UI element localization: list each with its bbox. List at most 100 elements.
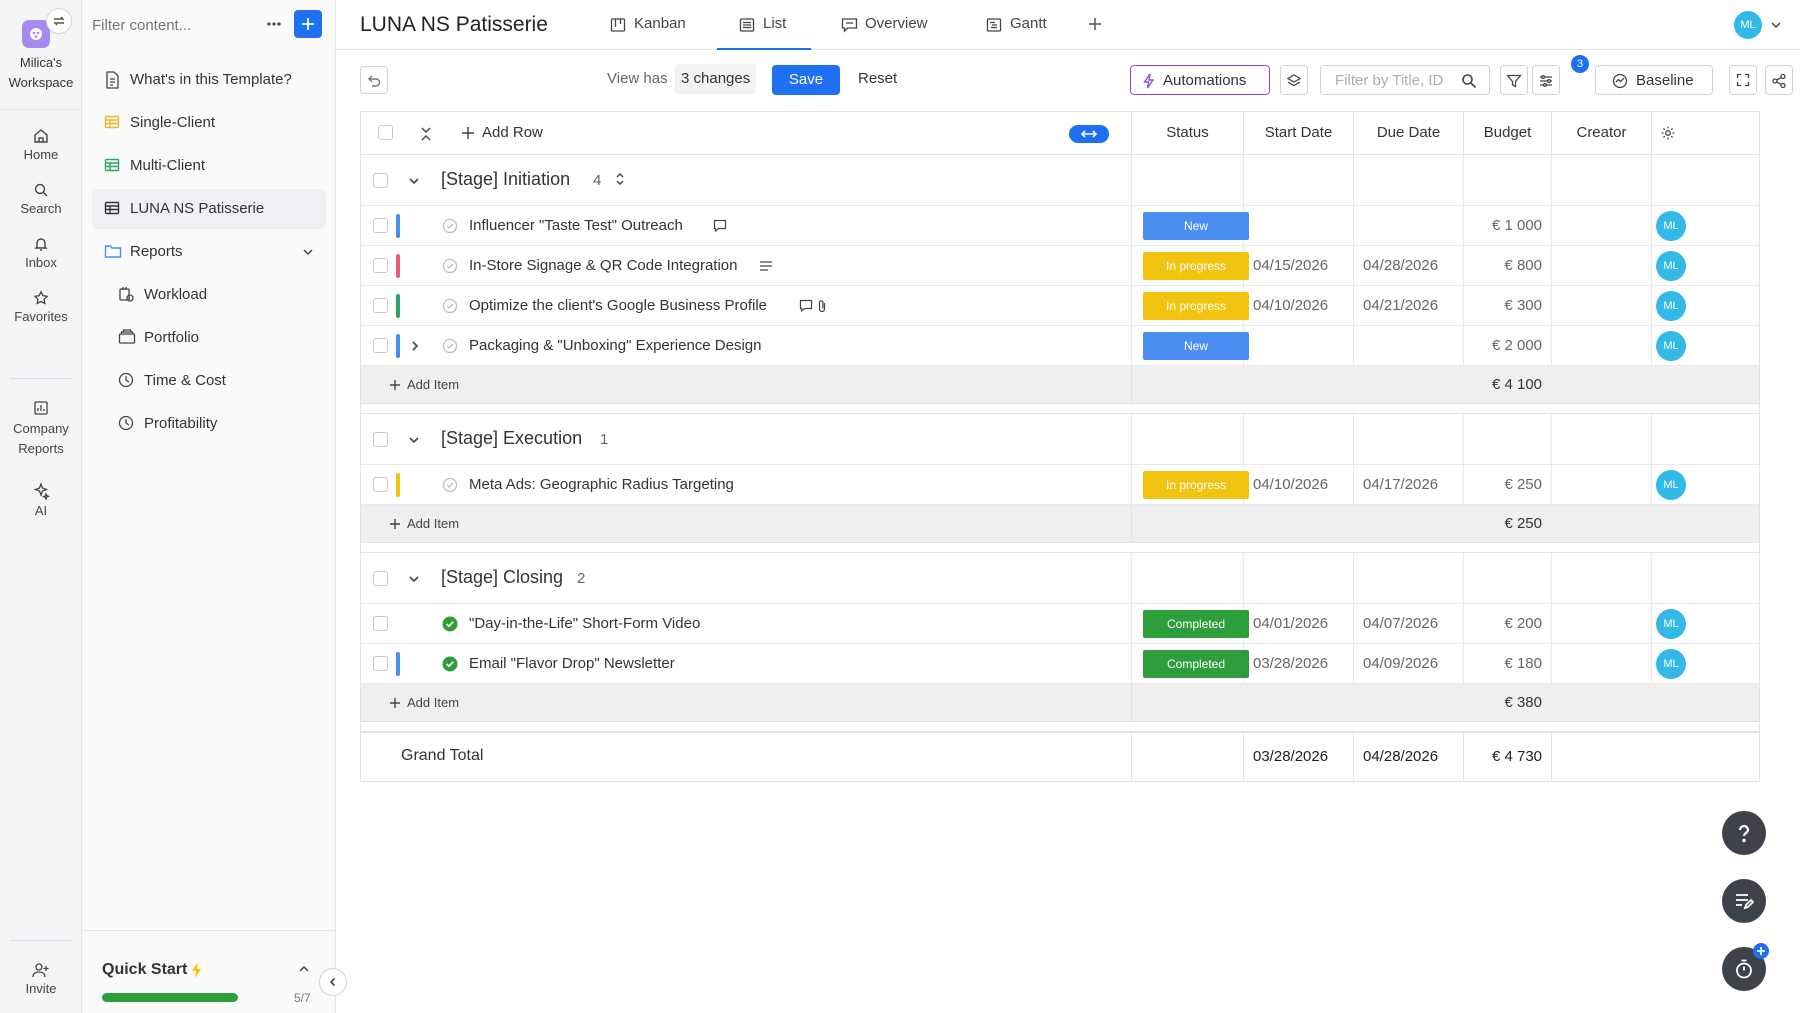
add-content-button[interactable] bbox=[294, 10, 322, 38]
creator-avatar[interactable]: ML bbox=[1656, 609, 1686, 639]
budget-value[interactable]: € 180 bbox=[1442, 655, 1542, 672]
row-checkbox[interactable] bbox=[373, 477, 388, 492]
creator-avatar[interactable]: ML bbox=[1656, 470, 1686, 500]
task-name[interactable]: Email "Flavor Drop" Newsletter bbox=[469, 655, 675, 672]
undo-button[interactable] bbox=[360, 66, 388, 94]
row-checkbox[interactable] bbox=[373, 258, 388, 273]
check-circle-icon[interactable] bbox=[442, 258, 458, 274]
expand-columns-toggle[interactable] bbox=[1069, 125, 1109, 143]
check-circle-icon[interactable] bbox=[442, 338, 458, 354]
more-icon[interactable] bbox=[264, 14, 284, 34]
sidebar-item-single-client[interactable]: Single-Client bbox=[92, 103, 326, 143]
creator-avatar[interactable]: ML bbox=[1656, 331, 1686, 361]
notes-button[interactable] bbox=[1722, 879, 1766, 923]
group-name[interactable]: [Stage] Initiation bbox=[441, 169, 570, 190]
column-header-status[interactable]: Status bbox=[1131, 112, 1243, 154]
add-item-button[interactable]: Add Item bbox=[389, 695, 459, 710]
start-date[interactable]: 04/15/2026 bbox=[1253, 257, 1328, 274]
chevron-down-icon[interactable] bbox=[408, 434, 420, 446]
group-name[interactable]: [Stage] Execution bbox=[441, 428, 582, 449]
due-date[interactable]: 04/07/2026 bbox=[1363, 615, 1438, 632]
status-badge[interactable]: New bbox=[1143, 332, 1249, 360]
sidebar-item-multi-client[interactable]: Multi-Client bbox=[92, 146, 326, 186]
add-timer-badge[interactable] bbox=[1753, 943, 1769, 959]
reset-button[interactable]: Reset bbox=[858, 70, 897, 87]
check-circle-icon[interactable] bbox=[442, 298, 458, 314]
chevron-down-icon[interactable] bbox=[408, 573, 420, 585]
rail-search[interactable]: Search bbox=[0, 182, 82, 216]
automations-button[interactable]: Automations bbox=[1130, 65, 1270, 95]
rail-favorites[interactable]: Favorites bbox=[0, 290, 82, 324]
status-badge[interactable]: New bbox=[1143, 212, 1249, 240]
sidebar-item-portfolio[interactable]: Portfolio bbox=[92, 318, 326, 358]
sidebar-item-reports[interactable]: Reports bbox=[92, 232, 326, 272]
column-settings-button[interactable] bbox=[1532, 65, 1560, 95]
save-button[interactable]: Save bbox=[772, 65, 840, 95]
start-date[interactable]: 04/10/2026 bbox=[1253, 297, 1328, 314]
task-name[interactable]: Meta Ads: Geographic Radius Targeting bbox=[469, 476, 734, 493]
add-view-icon[interactable] bbox=[1085, 14, 1105, 34]
due-date[interactable]: 04/21/2026 bbox=[1363, 297, 1438, 314]
table-row[interactable]: "Day-in-the-Life" Short-Form Video Compl… bbox=[360, 604, 1760, 644]
chevron-down-icon[interactable] bbox=[408, 175, 420, 187]
rail-inbox[interactable]: Inbox bbox=[0, 236, 82, 270]
task-name[interactable]: In-Store Signage & QR Code Integration bbox=[469, 257, 738, 274]
creator-avatar[interactable]: ML bbox=[1656, 649, 1686, 679]
sidebar-item-luna-ns-patisserie[interactable]: LUNA NS Patisserie bbox=[92, 189, 326, 229]
start-date[interactable]: 03/28/2026 bbox=[1253, 655, 1328, 672]
budget-value[interactable]: € 300 bbox=[1442, 297, 1542, 314]
column-header-due-date[interactable]: Due Date bbox=[1353, 112, 1463, 154]
user-avatar[interactable]: ML bbox=[1734, 11, 1762, 39]
budget-value[interactable]: € 200 bbox=[1442, 615, 1542, 632]
layers-button[interactable] bbox=[1280, 65, 1308, 95]
chevron-down-icon[interactable] bbox=[1770, 19, 1782, 31]
status-badge[interactable]: Completed bbox=[1143, 650, 1249, 678]
sidebar-item-time-cost[interactable]: Time & Cost bbox=[92, 361, 326, 401]
rail-invite[interactable]: Invite bbox=[0, 962, 82, 996]
table-row[interactable]: In-Store Signage & QR Code Integration I… bbox=[360, 246, 1760, 286]
status-badge[interactable]: In progress bbox=[1143, 252, 1249, 280]
row-checkbox[interactable] bbox=[373, 616, 388, 631]
swap-icon[interactable] bbox=[46, 8, 72, 34]
status-badge[interactable]: In progress bbox=[1143, 471, 1249, 499]
tab-kanban[interactable]: Kanban bbox=[610, 0, 710, 50]
add-row-button[interactable]: Add Row bbox=[482, 124, 543, 141]
task-name[interactable]: Influencer "Taste Test" Outreach bbox=[469, 217, 683, 234]
table-row[interactable]: Influencer "Taste Test" Outreach New € 1… bbox=[360, 206, 1760, 246]
description-icon[interactable] bbox=[759, 260, 773, 272]
sidebar-item-workload[interactable]: Workload bbox=[92, 275, 326, 315]
check-circle-icon[interactable] bbox=[442, 477, 458, 493]
tab-gantt[interactable]: Gantt bbox=[986, 0, 1066, 50]
comment-icon[interactable] bbox=[713, 219, 727, 233]
share-button[interactable] bbox=[1765, 65, 1793, 95]
chevron-right-icon[interactable] bbox=[409, 340, 421, 352]
row-checkbox[interactable] bbox=[373, 298, 388, 313]
comment-icon[interactable] bbox=[799, 299, 813, 313]
help-button[interactable] bbox=[1722, 811, 1766, 855]
view-changes-count[interactable]: 3 changes bbox=[675, 64, 757, 94]
fullscreen-button[interactable] bbox=[1729, 65, 1757, 95]
select-all-checkbox[interactable] bbox=[378, 125, 393, 140]
group-name[interactable]: [Stage] Closing bbox=[441, 567, 563, 588]
rail-home[interactable]: Home bbox=[0, 128, 82, 162]
collapse-sidebar-button[interactable] bbox=[319, 968, 347, 996]
creator-avatar[interactable]: ML bbox=[1656, 291, 1686, 321]
tab-list[interactable]: List bbox=[717, 0, 811, 50]
table-row[interactable]: Email "Flavor Drop" Newsletter Completed… bbox=[360, 644, 1760, 684]
due-date[interactable]: 04/09/2026 bbox=[1363, 655, 1438, 672]
table-row[interactable]: Packaging & "Unboxing" Experience Design… bbox=[360, 326, 1760, 366]
column-settings[interactable] bbox=[1651, 112, 1683, 154]
budget-value[interactable]: € 2 000 bbox=[1442, 337, 1542, 354]
quick-start-panel[interactable]: Quick Start 5/7 bbox=[82, 930, 336, 1013]
sort-icon[interactable] bbox=[615, 171, 625, 187]
rail-ai[interactable]: AI bbox=[0, 482, 82, 518]
row-checkbox[interactable] bbox=[373, 656, 388, 671]
creator-avatar[interactable]: ML bbox=[1656, 251, 1686, 281]
check-circle-icon[interactable] bbox=[442, 218, 458, 234]
chevron-up-icon[interactable] bbox=[298, 963, 310, 975]
sidebar-item-profitability[interactable]: Profitability bbox=[92, 404, 326, 444]
group-checkbox[interactable] bbox=[373, 571, 388, 586]
search-field[interactable] bbox=[1320, 65, 1490, 95]
status-badge[interactable]: Completed bbox=[1143, 610, 1249, 638]
task-name[interactable]: Packaging & "Unboxing" Experience Design bbox=[469, 337, 762, 354]
